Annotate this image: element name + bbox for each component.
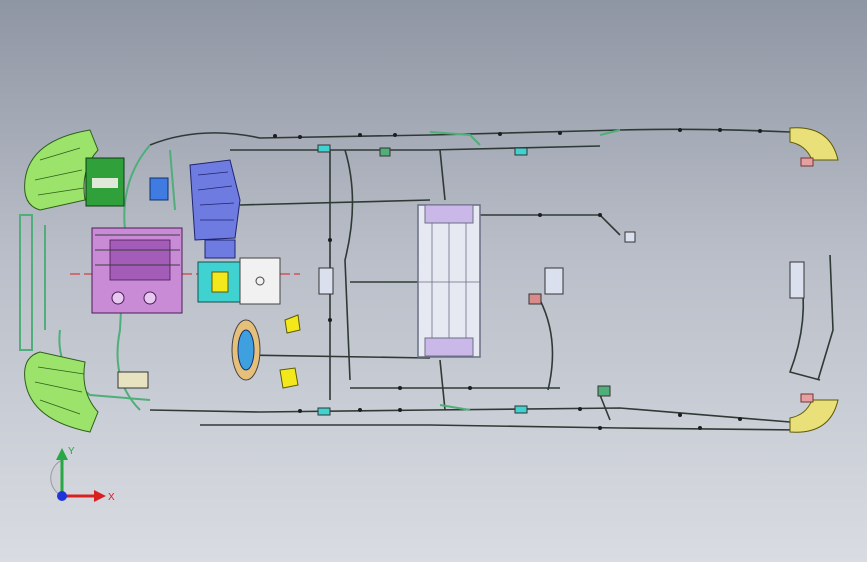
y-axis-label: Y bbox=[68, 446, 75, 457]
bumper-harness bbox=[19, 214, 33, 351]
axis-triad: Y X bbox=[50, 446, 115, 503]
fuse-box bbox=[189, 159, 241, 241]
y-axis-head bbox=[56, 448, 68, 460]
power-electronics bbox=[197, 239, 281, 305]
cad-viewport[interactable] bbox=[0, 0, 867, 562]
triad-arc bbox=[50, 459, 63, 497]
rear-left-lamp bbox=[789, 127, 839, 167]
z-axis-dot bbox=[57, 491, 67, 501]
front-motor bbox=[231, 319, 261, 381]
hv-battery-pack bbox=[417, 204, 481, 358]
x-axis-head bbox=[94, 490, 106, 502]
rear-right-lamp bbox=[789, 393, 839, 433]
mid-modules bbox=[317, 144, 805, 416]
front-right-headlamp bbox=[24, 351, 99, 433]
x-axis-label: X bbox=[108, 492, 115, 503]
yellow-connector bbox=[279, 314, 301, 389]
relay-box bbox=[117, 371, 149, 389]
auxiliary-battery bbox=[85, 157, 125, 207]
